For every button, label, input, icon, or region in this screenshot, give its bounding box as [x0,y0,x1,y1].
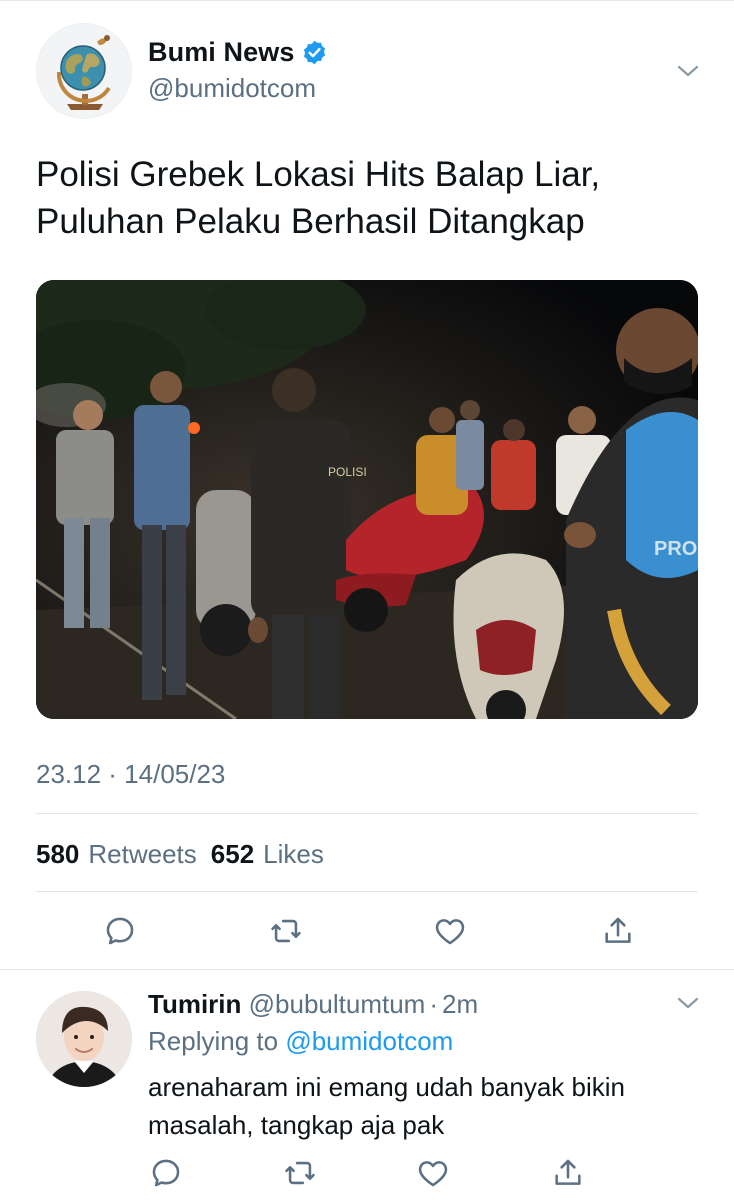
separator-dot: · [429,989,439,1019]
retweets-label: Retweets [88,839,197,869]
reply-button[interactable] [102,913,138,949]
share-icon [555,1159,581,1185]
reply-time[interactable]: 2m [442,989,478,1019]
night-raid-photo: POLISI PRO [36,280,698,719]
tweet-detail-page: Bumi News @bumidotcom Polisi Grebek Loka… [0,0,734,1200]
verified-badge-icon [304,40,326,65]
replying-to-label: Replying to [148,1026,279,1056]
likes-label: Likes [263,839,324,869]
replying-to-line: Replying to @bumidotcom [148,1026,453,1057]
likes-count: 652 [210,839,255,869]
like-icon [418,1161,448,1187]
author-name-row: Bumi News [148,37,328,68]
share-icon [605,917,631,943]
user-photo-avatar [36,991,132,1087]
chevron-down-icon[interactable] [676,996,700,1010]
reply-share-button[interactable] [550,1155,586,1191]
divider [36,891,698,892]
retweets-stat[interactable]: 580 Retweets [36,839,197,870]
tweet-timestamp[interactable]: 23.12 · 14/05/23 [36,759,225,790]
divider [36,813,698,814]
reply-retweet-button[interactable] [282,1155,318,1191]
author-display-name[interactable]: Bumi News [148,37,294,68]
chevron-down-icon[interactable] [676,64,700,78]
retweet-icon [271,919,301,943]
reply-icon [106,917,134,945]
retweet-button[interactable] [268,913,304,949]
retweet-icon [285,1161,315,1185]
replying-to-mention[interactable]: @bumidotcom [285,1026,453,1056]
like-button[interactable] [432,913,468,949]
reply-icon [152,1159,180,1187]
likes-stat[interactable]: 652 Likes [211,839,324,870]
tweet-media-photo[interactable]: POLISI PRO [36,280,698,719]
bumi-news-avatar[interactable] [36,23,132,119]
share-button[interactable] [600,913,636,949]
reply-like-button[interactable] [415,1155,451,1191]
police-vest-label: POLISI [328,465,367,479]
reply-reply-button[interactable] [148,1155,184,1191]
like-icon [435,919,465,945]
reply-author-name[interactable]: Tumirin [148,989,241,1019]
retweets-count: 580 [36,839,80,869]
globe-logo-icon [37,24,131,118]
tweet-stats: 580 Retweets 652 Likes [36,839,338,870]
reply-text: arenaharam ini emang udah banyak bikin m… [148,1072,625,1140]
divider [0,969,734,970]
author-handle[interactable]: @bumidotcom [148,73,316,104]
reply-header: Tumirin @bubultumtum · 2m [148,989,478,1020]
tumirin-avatar[interactable] [36,991,132,1087]
reply-author-handle[interactable]: @bubultumtum [249,989,426,1019]
pro-vest-label: PRO [654,538,697,560]
tweet-text: Polisi Grebek Lokasi Hits Balap Liar, Pu… [36,155,601,241]
